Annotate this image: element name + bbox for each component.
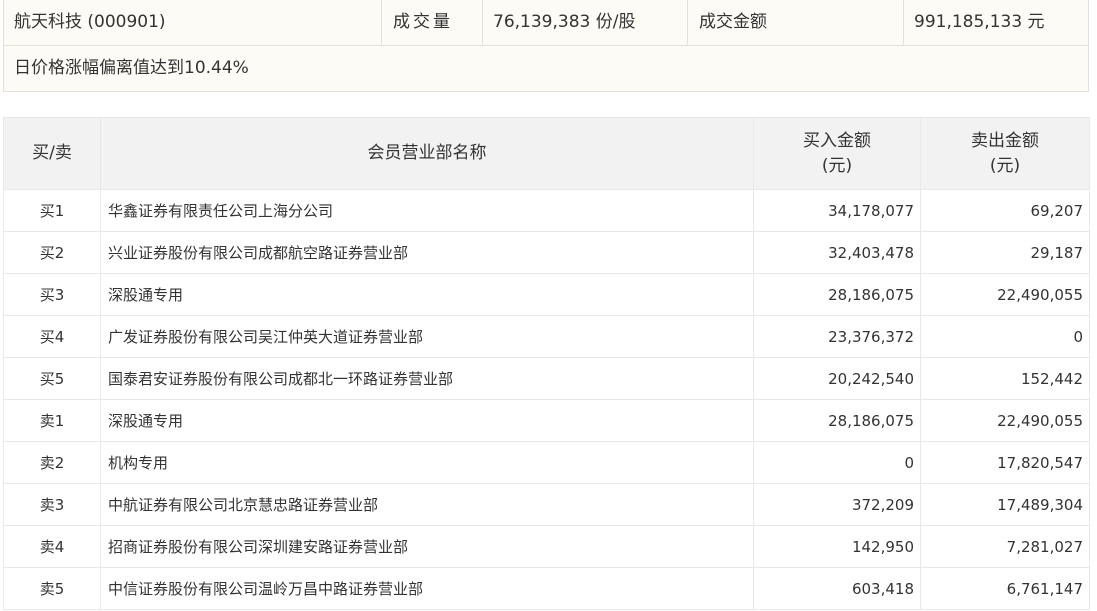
row-buy-amount: 20,242,540 (753, 357, 921, 400)
row-broker-name: 机构专用 (100, 441, 754, 484)
header-sell-unit: (元) (989, 155, 1021, 176)
row-buy-amount: 28,186,075 (753, 273, 921, 316)
table-row: 卖3 中航证券有限公司北京慧忠路证券营业部 372,209 17,489,304 (3, 483, 1090, 526)
amount-label: 成交金额 (687, 0, 903, 46)
row-broker-name: 深股通专用 (100, 399, 754, 442)
row-side: 卖1 (3, 399, 101, 442)
row-broker-name: 中航证券有限公司北京慧忠路证券营业部 (100, 483, 754, 526)
row-broker-name: 国泰君安证券股份有限公司成都北一环路证券营业部 (100, 357, 754, 400)
row-buy-amount: 28,186,075 (753, 399, 921, 442)
header-side: 买/卖 (3, 117, 101, 190)
row-side: 买4 (3, 315, 101, 358)
row-broker-name: 招商证券股份有限公司深圳建安路证券营业部 (100, 525, 754, 568)
table-row: 买5 国泰君安证券股份有限公司成都北一环路证券营业部 20,242,540 152,4… (3, 357, 1090, 400)
row-sell-amount: 22,490,055 (920, 399, 1090, 442)
stock-name: 航天科技 (000901) (14, 12, 166, 32)
table-row: 卖1 深股通专用 28,186,075 22,490,055 (3, 399, 1090, 442)
row-sell-amount: 17,820,547 (920, 441, 1090, 484)
row-buy-amount: 372,209 (753, 483, 921, 526)
table-header-row: 买/卖 会员营业部名称 买入金额 (元) 卖出金额 (元) (3, 117, 1090, 190)
row-buy-amount: 32,403,478 (753, 231, 921, 274)
row-sell-amount: 17,489,304 (920, 483, 1090, 526)
row-buy-amount: 23,376,372 (753, 315, 921, 358)
row-buy-amount: 142,950 (753, 525, 921, 568)
row-side: 卖2 (3, 441, 101, 484)
row-broker-name: 华鑫证券有限责任公司上海分公司 (100, 189, 754, 232)
summary-row: 航天科技 (000901) 成交量 76,139,383 份/股 成交金额 99… (4, 0, 1088, 46)
row-broker-name: 广发证券股份有限公司吴江仲英大道证券营业部 (100, 315, 754, 358)
amount-value: 991,185,133 元 (903, 0, 1089, 46)
trade-summary-box: 航天科技 (000901) 成交量 76,139,383 份/股 成交金额 99… (3, 0, 1089, 92)
row-side: 买2 (3, 231, 101, 274)
row-side: 买3 (3, 273, 101, 316)
table-row: 买1 华鑫证券有限责任公司上海分公司 34,178,077 69,207 (3, 189, 1090, 232)
row-sell-amount: 7,281,027 (920, 525, 1090, 568)
row-side: 卖5 (3, 567, 101, 610)
header-sell-amount: 卖出金额 (元) (920, 117, 1090, 190)
table-row: 买3 深股通专用 28,186,075 22,490,055 (3, 273, 1090, 316)
table-row: 买2 兴业证券股份有限公司成都航空路证券营业部 32,403,478 29,187 (3, 231, 1090, 274)
row-side: 卖4 (3, 525, 101, 568)
row-sell-amount: 152,442 (920, 357, 1090, 400)
row-sell-amount: 0 (920, 315, 1090, 358)
header-sell-label: 卖出金额 (971, 130, 1039, 151)
row-buy-amount: 0 (753, 441, 921, 484)
volume-value: 76,139,383 份/股 (482, 0, 687, 46)
volume-label: 成交量 (381, 0, 482, 46)
table-row: 卖4 招商证券股份有限公司深圳建安路证券营业部 142,950 7,281,027 (3, 525, 1090, 568)
header-buy-unit: (元) (821, 155, 853, 176)
row-sell-amount: 22,490,055 (920, 273, 1090, 316)
row-side: 卖3 (3, 483, 101, 526)
table-row: 卖2 机构专用 0 17,820,547 (3, 441, 1090, 484)
row-broker-name: 中信证券股份有限公司温岭万昌中路证券营业部 (100, 567, 754, 610)
listing-reason: 日价格涨幅偏离值达到10.44% (14, 58, 249, 78)
row-buy-amount: 603,418 (753, 567, 921, 610)
row-side: 买5 (3, 357, 101, 400)
row-broker-name: 深股通专用 (100, 273, 754, 316)
row-buy-amount: 34,178,077 (753, 189, 921, 232)
header-buy-amount: 买入金额 (元) (753, 117, 921, 190)
row-side: 买1 (3, 189, 101, 232)
broker-trade-table: 买/卖 会员营业部名称 买入金额 (元) 卖出金额 (元) 买1 华鑫证券有限责任… (3, 117, 1090, 610)
row-sell-amount: 29,187 (920, 231, 1090, 274)
table-row: 买4 广发证券股份有限公司吴江仲英大道证券营业部 23,376,372 0 (3, 315, 1090, 358)
header-buy-label: 买入金额 (803, 130, 871, 151)
header-broker-name: 会员营业部名称 (100, 117, 754, 190)
row-broker-name: 兴业证券股份有限公司成都航空路证券营业部 (100, 231, 754, 274)
row-sell-amount: 6,761,147 (920, 567, 1090, 610)
row-sell-amount: 69,207 (920, 189, 1090, 232)
table-row: 卖5 中信证券股份有限公司温岭万昌中路证券营业部 603,418 6,761,147 (3, 567, 1090, 610)
